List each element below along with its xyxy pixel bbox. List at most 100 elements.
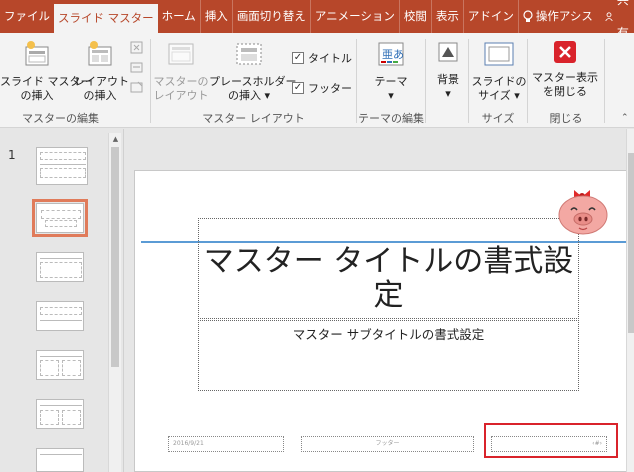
title-checkbox-box[interactable]: ✓ bbox=[292, 52, 304, 64]
scrollbar-thumb[interactable] bbox=[628, 153, 634, 333]
thumb-placeholder bbox=[45, 220, 77, 227]
tab-animations[interactable]: アニメーション bbox=[309, 0, 399, 33]
date-placeholder[interactable]: 2016/9/21 bbox=[168, 436, 284, 452]
close-icon bbox=[554, 41, 576, 63]
master-layout-icon bbox=[168, 43, 194, 65]
preserve-icon[interactable] bbox=[130, 81, 144, 95]
pig-mascot-icon[interactable] bbox=[557, 184, 609, 236]
thumb-placeholder bbox=[62, 410, 81, 425]
thumb-placeholder bbox=[40, 168, 86, 178]
thumbnail-layout-4[interactable] bbox=[36, 350, 84, 380]
dropdown-arrow-icon: ▾ bbox=[510, 89, 520, 102]
title-checkbox[interactable]: ✓ タイトル bbox=[292, 50, 352, 66]
title-placeholder[interactable]: マスター タイトルの書式設定 bbox=[198, 218, 579, 319]
thumb-placeholder bbox=[41, 210, 81, 219]
editor-scrollbar[interactable] bbox=[626, 129, 634, 472]
placeholder-label-2: の挿入 ▾ bbox=[209, 89, 289, 103]
placeholder-label-2-text: の挿入 bbox=[227, 89, 261, 102]
thumb-line bbox=[40, 454, 82, 455]
group-master-edit-label: マスターの編集 bbox=[22, 112, 99, 125]
slide-editor: マスター タイトルの書式設定 マスター サブタイトルの書式設定 2016/9/2… bbox=[125, 129, 634, 472]
ribbon-tab-bar: ファイル スライド マスター ホーム 挿入 画面切り替え アニメーション 校閲 … bbox=[0, 0, 634, 40]
themes-button[interactable]: 亜あ テーマ ▾ bbox=[365, 39, 417, 103]
tab-home[interactable]: ホーム bbox=[158, 0, 200, 33]
thumbnail-layout-3[interactable] bbox=[36, 301, 84, 331]
tab-insert[interactable]: 挿入 bbox=[199, 0, 232, 33]
placeholder-label-1: プレースホルダー bbox=[209, 75, 297, 88]
thumbnail-master[interactable] bbox=[36, 147, 88, 185]
ribbon: スライド マスター の挿入 レイアウト の挿入 マスターの編集 マスターの レイ… bbox=[0, 33, 634, 128]
footer-checkbox-box[interactable]: ✓ bbox=[292, 82, 304, 94]
thumbnail-scrollbar[interactable]: ▲ bbox=[108, 133, 121, 472]
tab-slide-master[interactable]: スライド マスター bbox=[54, 4, 158, 33]
subtitle-placeholder[interactable]: マスター サブタイトルの書式設定 bbox=[198, 320, 579, 391]
thumbnail-layout-5[interactable] bbox=[36, 399, 84, 429]
slide-size-button[interactable]: スライドの サイズ ▾ bbox=[471, 39, 527, 103]
title-checkbox-label: タイトル bbox=[308, 52, 352, 65]
rename-icon[interactable] bbox=[130, 61, 144, 75]
thumbnail-number: 1 bbox=[8, 148, 16, 162]
insert-slide-master-icon bbox=[25, 41, 49, 66]
slide-size-icon bbox=[484, 42, 514, 66]
footer-checkbox[interactable]: ✓ フッター bbox=[292, 80, 352, 96]
theme-icon: 亜あ bbox=[378, 42, 404, 66]
insert-slide-master-label-2: の挿入 bbox=[20, 89, 54, 102]
thumbnail-layout-2[interactable] bbox=[36, 252, 84, 282]
theme-icon-text: 亜あ bbox=[382, 48, 404, 61]
thumb-placeholder bbox=[40, 360, 59, 376]
thumb-placeholder bbox=[40, 307, 82, 315]
person-icon bbox=[605, 12, 613, 22]
group-master-layout: マスターの レイアウト プレースホルダー の挿入 ▾ ✓ タイトル ✓ フッター… bbox=[151, 33, 356, 128]
thumb-placeholder bbox=[40, 262, 82, 278]
collapse-ribbon-icon[interactable]: ⌃ bbox=[621, 113, 629, 123]
tab-addins[interactable]: アドイン bbox=[462, 0, 518, 33]
dropdown-arrow-icon: ▾ bbox=[260, 89, 271, 102]
background-styles-button[interactable]: 背景 ▾ bbox=[430, 39, 466, 101]
slide-size-label-1: スライドの bbox=[471, 75, 527, 88]
slide-size-label-2-text: サイズ bbox=[478, 89, 511, 102]
thumbnail-layout-1[interactable] bbox=[32, 199, 88, 237]
group-master-edit: スライド マスター の挿入 レイアウト の挿入 マスターの編集 bbox=[0, 33, 143, 128]
close-master-label-2: を閉じる bbox=[543, 85, 587, 98]
slide-size-label-2: サイズ ▾ bbox=[471, 89, 527, 103]
thumb-placeholder bbox=[40, 152, 86, 160]
delete-icon[interactable] bbox=[130, 41, 144, 55]
group-close: マスター表示 を閉じる 閉じる bbox=[528, 33, 604, 128]
footer-placeholder[interactable]: フッター bbox=[301, 436, 474, 452]
master-layout-label-1: マスターの bbox=[153, 75, 209, 88]
group-size: スライドの サイズ ▾ サイズ bbox=[469, 33, 527, 128]
share-button[interactable]: 共有 bbox=[597, 0, 634, 40]
insert-placeholder-button[interactable]: プレースホルダー の挿入 ▾ bbox=[209, 39, 297, 103]
insert-layout-button[interactable]: レイアウト の挿入 bbox=[74, 39, 129, 103]
tab-file[interactable]: ファイル bbox=[0, 0, 54, 33]
thumb-line bbox=[40, 320, 82, 321]
insert-layout-label-1: レイアウト bbox=[74, 75, 129, 88]
thumb-line bbox=[40, 164, 86, 165]
insert-layout-label-2: の挿入 bbox=[83, 89, 117, 102]
tab-review[interactable]: 校閲 bbox=[398, 0, 431, 33]
insert-slide-master-button[interactable]: スライド マスター の挿入 bbox=[0, 39, 92, 103]
scroll-up-icon[interactable]: ▲ bbox=[109, 135, 122, 143]
thumb-line bbox=[40, 356, 82, 357]
group-theme-edit: 亜あ テーマ ▾ テーマの編集 bbox=[357, 33, 425, 128]
background-icon bbox=[438, 42, 458, 62]
thumbnail-layout-6[interactable] bbox=[36, 448, 84, 472]
footer-checkbox-label: フッター bbox=[308, 82, 352, 95]
tab-transitions[interactable]: 画面切り替え bbox=[231, 0, 310, 33]
group-master-layout-label: マスター レイアウト bbox=[202, 112, 305, 125]
dropdown-arrow-icon: ▾ bbox=[445, 87, 451, 100]
thumb-line bbox=[40, 405, 82, 406]
close-master-view-button[interactable]: マスター表示 を閉じる bbox=[530, 39, 600, 99]
thumb-placeholder bbox=[62, 360, 81, 376]
tell-me-label: 操作アシス bbox=[535, 9, 593, 23]
insert-slide-master-label-1: スライド マスター bbox=[0, 75, 92, 88]
tab-view[interactable]: 表示 bbox=[430, 0, 463, 33]
group-close-label: 閉じる bbox=[549, 112, 583, 125]
placeholder-icon bbox=[236, 43, 262, 65]
tell-me-box[interactable]: 操作アシス bbox=[517, 0, 597, 33]
insert-layout-icon bbox=[88, 41, 112, 66]
master-layout-button[interactable]: マスターの レイアウト bbox=[153, 39, 209, 103]
scrollbar-thumb[interactable] bbox=[111, 147, 119, 367]
lightbulb-icon bbox=[523, 10, 533, 22]
dropdown-arrow-icon: ▾ bbox=[388, 89, 394, 102]
